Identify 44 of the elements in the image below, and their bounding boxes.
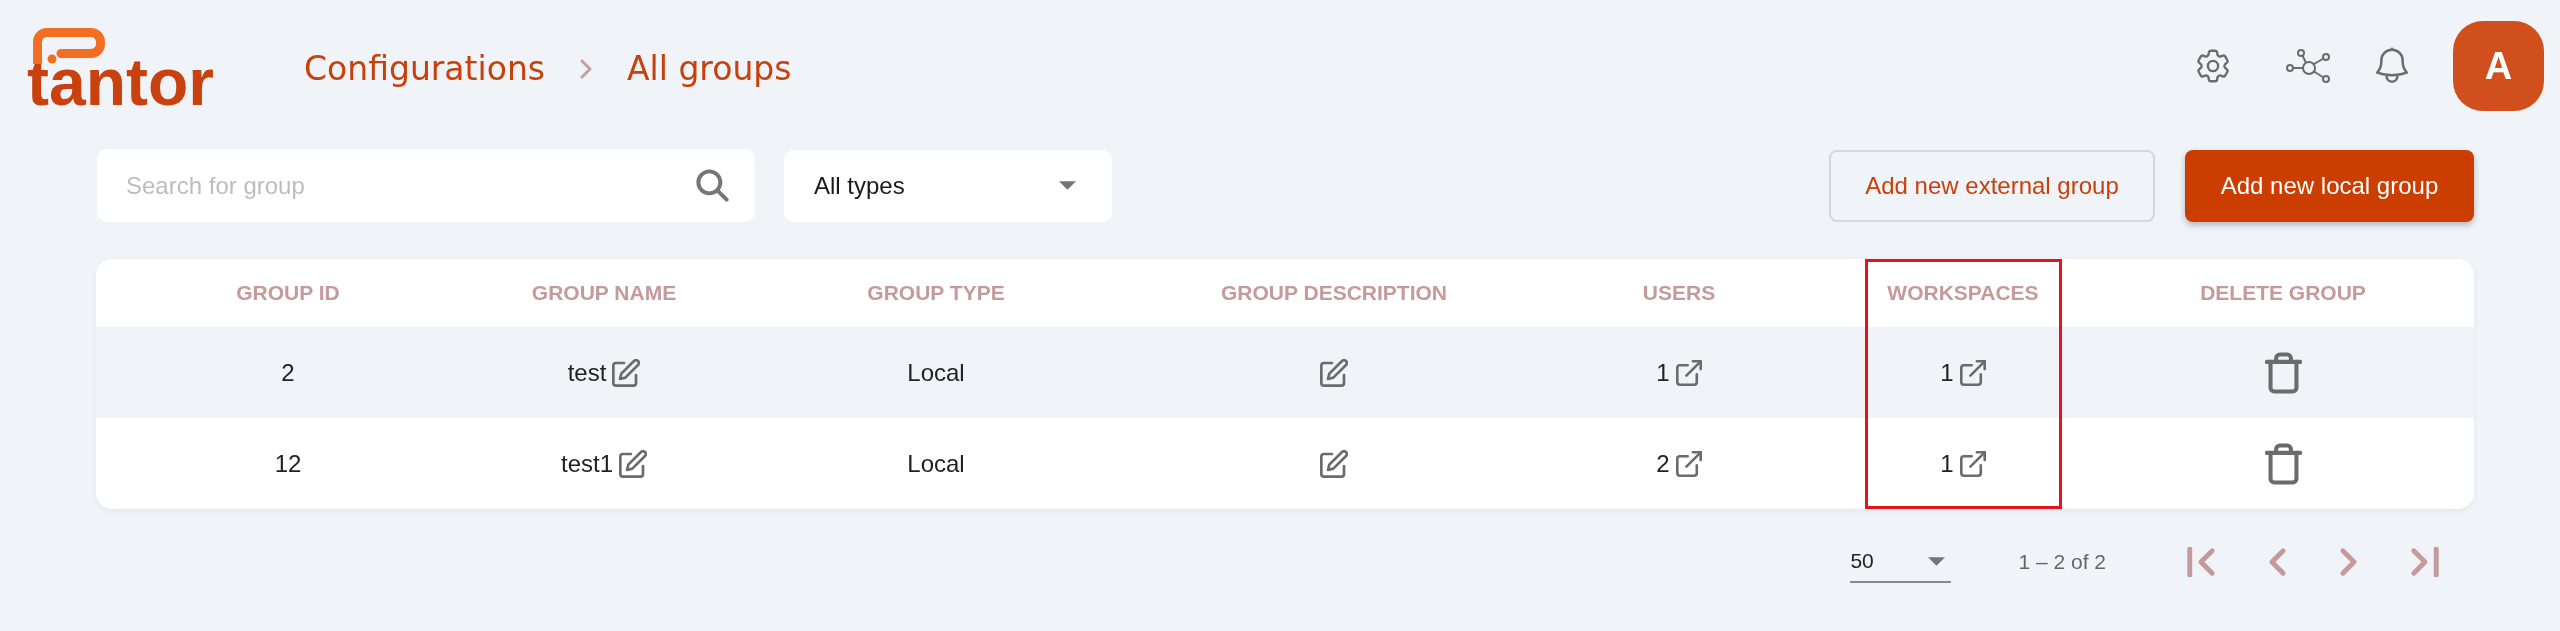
column-header: GROUP TYPE	[867, 280, 1005, 307]
external-link-icon[interactable]	[1959, 359, 1986, 386]
breadcrumb-link[interactable]: Configurations	[304, 44, 545, 94]
search-field[interactable]: Search for group	[97, 149, 755, 222]
table-cell-text: test	[567, 357, 607, 388]
edit-icon[interactable]	[612, 358, 641, 387]
column-header: GROUP ID	[236, 280, 340, 307]
edit-icon[interactable]	[1320, 358, 1348, 387]
edit-icon[interactable]	[619, 449, 647, 478]
table-cell-text: test1	[561, 448, 613, 479]
breadcrumb-current: All groups	[627, 48, 792, 91]
caret-icon	[1928, 556, 1946, 566]
external-link-icon[interactable]	[1959, 450, 1986, 477]
logo-text: tantor	[27, 48, 214, 115]
settings-icon[interactable]	[2196, 49, 2230, 83]
external-link-icon[interactable]	[1675, 450, 1702, 477]
caret-icon	[1059, 181, 1076, 190]
pagination-range: 1 – 2 of 2	[2018, 549, 2106, 576]
table-cell-text: Local	[907, 448, 965, 479]
table-cell-text: 2	[1656, 448, 1670, 479]
column-header: GROUP DESCRIPTION	[1221, 280, 1447, 307]
avatar-button[interactable]: A	[2453, 21, 2544, 111]
column-header: DELETE GROUP	[2200, 280, 2366, 307]
column-header: WORKSPACES	[1887, 280, 2039, 307]
table-cell-text: 2	[281, 357, 295, 388]
external-link-icon[interactable]	[1675, 359, 1702, 386]
table-cell-text: 12	[274, 448, 302, 479]
table-cell-text: Local	[907, 357, 965, 388]
bell-icon[interactable]	[2376, 47, 2408, 85]
type-select[interactable]: All types	[784, 149, 1112, 222]
add-local-group-button[interactable]: Add new local group	[2185, 149, 2474, 222]
network-icon[interactable]	[2286, 49, 2330, 83]
trash-icon[interactable]	[2264, 351, 2302, 394]
add-external-group-button[interactable]: Add new external group	[1829, 149, 2155, 222]
edit-icon[interactable]	[1320, 449, 1348, 478]
page-size-select[interactable]: 50	[1850, 541, 1952, 583]
column-header: GROUP NAME	[531, 280, 677, 307]
trash-icon[interactable]	[2264, 442, 2302, 485]
search-icon[interactable]	[696, 169, 729, 202]
chevron-right-icon	[580, 59, 592, 79]
table-cell-text: 1	[1940, 357, 1954, 388]
table-cell-text: 1	[1940, 448, 1954, 479]
table-cell-text: 1	[1656, 357, 1670, 388]
column-header: USERS	[1642, 280, 1716, 307]
